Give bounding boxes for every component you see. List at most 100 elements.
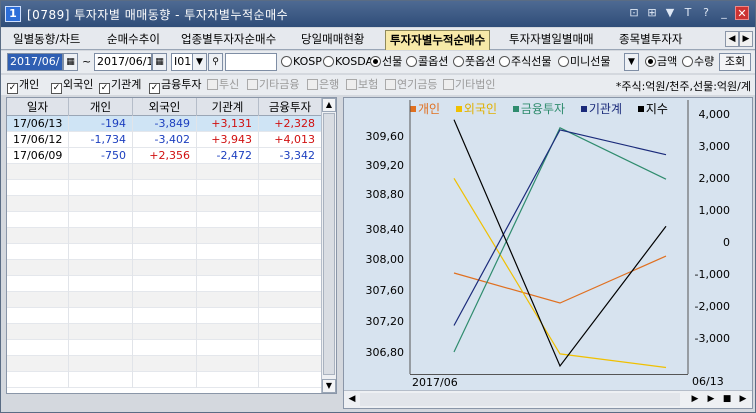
calendar-to-icon[interactable]: ▦	[152, 53, 167, 71]
cell-empty	[197, 276, 259, 292]
check-other-corp[interactable]: 기타법인	[443, 77, 495, 93]
cell-empty	[69, 180, 133, 196]
cell-empty	[259, 340, 322, 356]
table-row[interactable]: 17/06/13 -194 -3,849 +3,131 +2,328	[7, 116, 336, 132]
cell-empty	[197, 308, 259, 324]
scroll-left-icon[interactable]: ◀	[346, 393, 358, 406]
scroll-track[interactable]	[360, 393, 680, 406]
check-institution[interactable]: ✓ 기관계	[99, 77, 141, 94]
col-foreign[interactable]: 외국인	[133, 98, 197, 116]
name-input[interactable]	[225, 53, 277, 71]
tab-investor-daily[interactable]: 투자자별일별매매	[505, 30, 598, 50]
scroll-thumb[interactable]	[323, 113, 335, 375]
query-button[interactable]: 조회	[719, 53, 751, 71]
scroll-down-icon[interactable]: ▼	[322, 379, 336, 393]
cell-empty	[7, 372, 69, 388]
play-icon[interactable]: ▶	[704, 393, 718, 406]
scroll-right-icon[interactable]: ▶	[688, 393, 702, 406]
close-icon[interactable]: ✕	[735, 6, 749, 20]
cell-empty	[69, 324, 133, 340]
radio-quantity[interactable]: 수량	[682, 54, 714, 70]
check-financial-investment[interactable]: ✓ 금융투자	[149, 77, 201, 94]
radio-mini-futures[interactable]: 미니선물	[558, 54, 610, 70]
date-from-input[interactable]: 2017/06/	[7, 53, 63, 71]
chart-scrollbar[interactable]: ◀ ▶ ▶ ■ ▶	[344, 390, 752, 408]
cell-empty	[7, 340, 69, 356]
scroll-up-icon[interactable]: ▲	[322, 98, 336, 112]
col-institution[interactable]: 기관계	[197, 98, 259, 116]
check-label: 연기금등	[397, 78, 438, 91]
stop-icon[interactable]: ■	[720, 393, 734, 406]
next-icon[interactable]: ▶	[736, 393, 750, 406]
minimize-icon[interactable]: _	[717, 6, 731, 20]
app-icon[interactable]: 1	[5, 6, 21, 22]
cell-empty	[69, 196, 133, 212]
radio-amount[interactable]: 금액	[645, 54, 677, 70]
tab-investor-cumulative[interactable]: 투자자별누적순매수	[385, 30, 491, 50]
check-insurance[interactable]: 보험	[346, 77, 378, 93]
col-financial[interactable]: 금융투자	[259, 98, 322, 116]
cell-empty	[197, 372, 259, 388]
tab-prev-icon[interactable]: ◀	[725, 31, 739, 47]
font-icon[interactable]: T	[681, 6, 695, 20]
table-row-empty	[7, 164, 336, 180]
cell-empty	[7, 180, 69, 196]
screen-icon[interactable]: ⊞	[645, 6, 659, 20]
radio-put-option[interactable]: 풋옵션	[453, 54, 495, 70]
code-dropdown-icon[interactable]: ▼	[192, 53, 207, 71]
series-line-금융투자	[453, 126, 667, 353]
tab-today-trading[interactable]: 당일매매현황	[297, 30, 368, 50]
date-to-input[interactable]: 2017/06/1	[94, 53, 152, 71]
window-controls: ⊡ ⊞ ▼ T ? _ ✕	[627, 6, 749, 20]
cell-date: 17/06/12	[7, 132, 69, 148]
radio-circle-icon	[682, 56, 693, 67]
radio-call-option[interactable]: 콜옵션	[406, 54, 448, 70]
cell-empty	[133, 372, 197, 388]
cell-empty	[259, 372, 322, 388]
check-bank[interactable]: 은행	[307, 77, 339, 93]
grid-scrollbar[interactable]: ▲ ▼	[321, 98, 336, 393]
tab-net-buy-trend[interactable]: 순매수추이	[103, 30, 164, 50]
check-individual[interactable]: ✓ 개인	[7, 77, 39, 94]
calendar-from-icon[interactable]: ▦	[63, 53, 78, 71]
link-icon[interactable]: ⊡	[627, 6, 641, 20]
check-other-financial[interactable]: 기타금융	[247, 77, 299, 93]
table-row[interactable]: 17/06/12 -1,734 -3,402 +3,943 +4,013	[7, 132, 336, 148]
checkbox-icon	[207, 79, 218, 90]
radio-kosdaq[interactable]: KOSDA	[323, 54, 373, 70]
radio-circle-icon	[499, 56, 510, 67]
table-row-empty	[7, 212, 336, 228]
checkbox-icon: ✓	[7, 83, 18, 94]
tab-daily-chart[interactable]: 일별동향/차트	[9, 30, 84, 50]
pin-icon[interactable]: ▼	[663, 6, 677, 20]
search-icon[interactable]: ⚲	[208, 53, 223, 71]
radio-kospi[interactable]: KOSP	[281, 54, 322, 70]
help-icon[interactable]: ?	[699, 6, 713, 20]
checkbox-icon: ✓	[99, 83, 110, 94]
table-row[interactable]: 17/06/09 -750 +2,356 -2,472 -3,342	[7, 148, 336, 164]
futures-dropdown-icon[interactable]: ▼	[624, 53, 639, 71]
checkbox-icon: ✓	[51, 83, 62, 94]
cell-empty	[197, 196, 259, 212]
radio-futures[interactable]: 선물	[370, 54, 402, 70]
investor-filter-bar: ✓ 개인 ✓ 외국인 ✓ 기관계 ✓ 금융투자 투신 기타금융 은행 보험 연기금등 기…	[1, 75, 755, 95]
chart-panel: 개인 외국인 금융투자 기관계 지수 309,60 309,20 308,80 …	[343, 97, 753, 409]
x-axis-start-label: 2017/06	[412, 376, 458, 389]
cell-empty	[133, 276, 197, 292]
radio-circle-icon	[281, 56, 292, 67]
col-date[interactable]: 일자	[7, 98, 69, 116]
code-input[interactable]: I01	[171, 53, 193, 71]
check-foreign[interactable]: ✓ 외국인	[51, 77, 93, 94]
cell-financial: +2,328	[259, 116, 322, 132]
cell-empty	[69, 212, 133, 228]
check-pension[interactable]: 연기금등	[385, 77, 437, 93]
col-individual[interactable]: 개인	[69, 98, 133, 116]
cell-empty	[197, 212, 259, 228]
cell-empty	[69, 340, 133, 356]
radio-stock-futures[interactable]: 주식선물	[499, 54, 551, 70]
tab-next-icon[interactable]: ▶	[739, 31, 753, 47]
tab-sector-investor[interactable]: 업종별투자자순매수	[177, 30, 280, 50]
check-trust[interactable]: 투신	[207, 77, 239, 93]
cell-foreign: -3,402	[133, 132, 197, 148]
tab-stock-investor[interactable]: 종목별투자자	[615, 30, 686, 50]
